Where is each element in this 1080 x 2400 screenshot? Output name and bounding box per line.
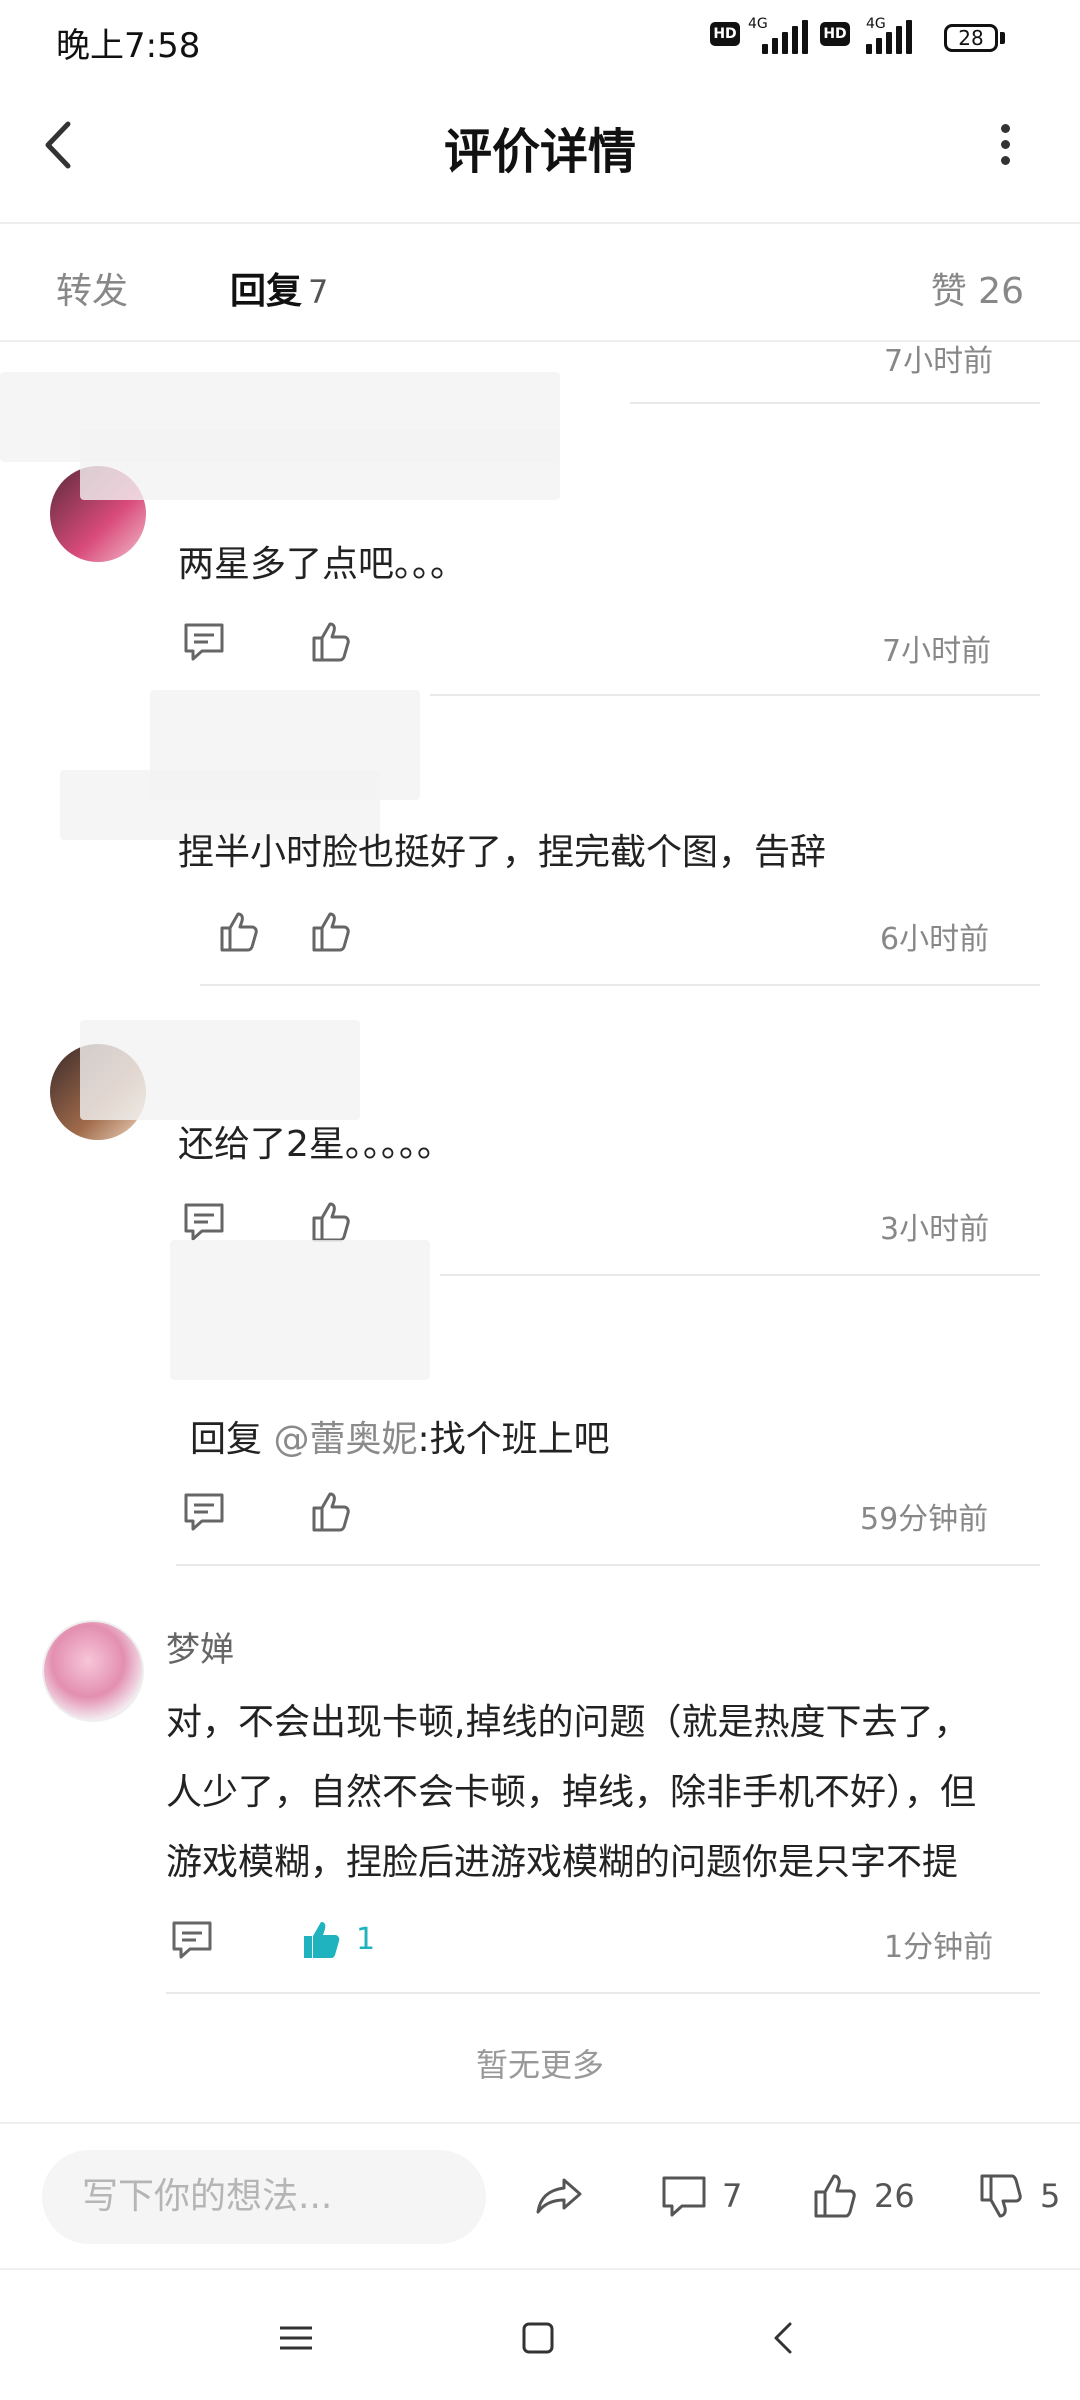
battery-tip bbox=[1000, 32, 1005, 44]
signal-icon-2 bbox=[866, 20, 912, 54]
signal-icon-1 bbox=[762, 20, 808, 54]
comment-count: 7 bbox=[722, 2177, 743, 2215]
menu-icon bbox=[280, 2326, 312, 2350]
reply-divider bbox=[440, 1274, 1040, 1276]
obscured-username bbox=[80, 430, 560, 500]
reply-prefix: 回复 bbox=[190, 1419, 274, 1460]
reply-time: 6小时前 bbox=[880, 922, 990, 957]
battery-icon: 28 bbox=[944, 24, 998, 52]
comment-icon bbox=[172, 1921, 212, 1959]
comment-icon bbox=[662, 2176, 706, 2217]
reply-time: 59分钟前 bbox=[860, 1502, 989, 1537]
status-bar: 晚上7:58 HD 4G HD 4G 28 bbox=[0, 0, 1080, 80]
like-button[interactable] bbox=[306, 1486, 358, 1538]
reply-text: 还给了2星。。。。。 bbox=[178, 1124, 453, 1165]
share-button[interactable] bbox=[532, 2168, 588, 2224]
reply-button[interactable] bbox=[178, 1486, 230, 1538]
like-button-active[interactable] bbox=[296, 1914, 348, 1966]
hd-badge-2: HD bbox=[820, 22, 850, 46]
page-title: 评价详情 bbox=[443, 124, 636, 180]
reply-button[interactable] bbox=[166, 1914, 218, 1966]
thumbs-up-filled-icon bbox=[304, 1922, 340, 1958]
obscured-username bbox=[80, 1020, 360, 1120]
reply-time: 7小时前 bbox=[882, 634, 992, 669]
dislike-count-button[interactable]: 5 bbox=[974, 2168, 1060, 2224]
tab-forward[interactable]: 转发 bbox=[56, 262, 128, 314]
avatar[interactable] bbox=[42, 1620, 144, 1722]
mention-link[interactable]: @蕾奥妮 bbox=[273, 1419, 417, 1460]
reply-time: 3小时前 bbox=[880, 1212, 990, 1247]
reply-time: 7小时前 bbox=[884, 344, 994, 379]
thumbs-down-icon bbox=[980, 2174, 1022, 2218]
username[interactable]: 梦婵 bbox=[166, 1622, 234, 1671]
reply-divider bbox=[430, 694, 1040, 696]
comment-count-button[interactable]: 7 bbox=[656, 2168, 742, 2224]
thumbs-up-icon bbox=[312, 1492, 350, 1532]
tab-replies-label: 回复 bbox=[230, 271, 303, 312]
like-button[interactable] bbox=[306, 906, 358, 958]
reply-divider bbox=[630, 402, 1040, 404]
like-count: 26 bbox=[874, 2177, 915, 2215]
comment-divider bbox=[166, 1992, 1040, 1994]
tab-replies[interactable]: 回复 7 bbox=[230, 262, 328, 314]
nav-divider bbox=[0, 2268, 1080, 2270]
home-nav-button[interactable] bbox=[510, 2310, 566, 2366]
reply-divider bbox=[200, 984, 1040, 986]
tab-replies-count: 7 bbox=[308, 273, 329, 311]
hd-badge-1: HD bbox=[710, 22, 740, 46]
comment-time: 1分钟前 bbox=[884, 1930, 994, 1965]
home-square-icon bbox=[522, 2322, 554, 2354]
header-divider bbox=[0, 222, 1080, 224]
more-button[interactable] bbox=[990, 120, 1020, 170]
status-time: 晚上7:58 bbox=[56, 26, 201, 66]
more-vertical-icon bbox=[1001, 124, 1010, 133]
obscured-content bbox=[170, 1240, 430, 1380]
bottom-divider bbox=[0, 2122, 1080, 2124]
comment-icon bbox=[184, 1493, 224, 1531]
share-icon bbox=[536, 2178, 582, 2214]
reply-button[interactable] bbox=[214, 906, 266, 958]
back-arrow-icon bbox=[774, 2322, 792, 2354]
comment-icon bbox=[184, 623, 224, 661]
reply-button[interactable] bbox=[178, 616, 230, 668]
tab-likes[interactable]: 赞 26 bbox=[931, 262, 1024, 314]
thumbs-up-icon bbox=[312, 912, 350, 952]
thumbs-up-icon bbox=[814, 2174, 856, 2218]
comment-input[interactable]: 写下你的想法... bbox=[42, 2150, 486, 2244]
comment-line: 对，不会出现卡顿,掉线的问题（就是热度下去了， bbox=[166, 1702, 970, 1743]
like-count-button[interactable]: 26 bbox=[808, 2168, 915, 2224]
comment-line: 游戏模糊，捏脸后进游戏模糊的问题你是只字不提 bbox=[166, 1842, 959, 1883]
reply-text: 回复 @蕾奥妮:找个班上吧 bbox=[190, 1410, 610, 1462]
back-nav-button[interactable] bbox=[756, 2310, 812, 2366]
like-count: 1 bbox=[356, 1922, 376, 1957]
reply-divider bbox=[176, 1564, 1040, 1566]
reply-text: 捏半小时脸也挺好了，捏完截个图，告辞 bbox=[178, 832, 827, 873]
thumbs-up-icon bbox=[312, 622, 350, 662]
like-button[interactable] bbox=[306, 616, 358, 668]
reply-body: :找个班上吧 bbox=[417, 1419, 610, 1460]
thumbs-up-outline-icon bbox=[220, 912, 258, 952]
no-more-text: 暂无更多 bbox=[475, 2046, 604, 2084]
dislike-count: 5 bbox=[1040, 2177, 1061, 2215]
reply-text: 两星多了点吧。。。 bbox=[178, 544, 467, 585]
comment-line: 人少了，自然不会卡顿，掉线，除非手机不好），但 bbox=[166, 1772, 977, 1813]
menu-nav-button[interactable] bbox=[268, 2310, 324, 2366]
